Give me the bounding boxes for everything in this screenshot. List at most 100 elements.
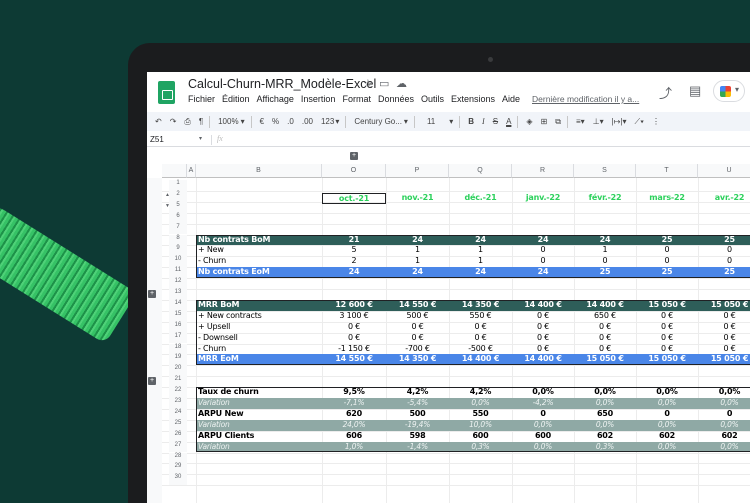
star-icon[interactable]: ☆: [363, 77, 373, 90]
activity-trend-icon[interactable]: ⤴: [659, 83, 672, 102]
meet-button[interactable]: ▾: [713, 80, 745, 102]
font-select[interactable]: Century Go...: [354, 117, 402, 126]
column-header-a[interactable]: A: [187, 164, 196, 178]
menu-item[interactable]: Outils: [421, 94, 444, 104]
row-number[interactable]: 19: [169, 354, 187, 366]
month-header-cell[interactable]: janv.-22: [512, 193, 574, 204]
sheets-logo-icon[interactable]: [158, 81, 175, 104]
row-number[interactable]: 27: [169, 441, 187, 453]
row-number[interactable]: 12: [169, 278, 187, 289]
decrease-decimal-button[interactable]: .0: [287, 117, 294, 126]
row-number[interactable]: 8: [169, 234, 187, 246]
toolbar-divider: [459, 115, 461, 128]
more-formats-button[interactable]: 123: [321, 117, 334, 126]
cloud-status-icon[interactable]: ☁: [396, 77, 407, 90]
row-number[interactable]: 14: [169, 299, 187, 311]
menu-item[interactable]: Insertion: [301, 94, 336, 104]
row-number[interactable]: 7: [169, 223, 187, 235]
row-number[interactable]: 2: [169, 190, 187, 202]
chevron-down-icon: ▾: [199, 136, 203, 142]
expand-columns-icon[interactable]: +: [350, 152, 358, 160]
row-number[interactable]: 10: [169, 256, 187, 268]
align-horizontal-icon[interactable]: ≡▾: [576, 117, 585, 126]
fill-color-icon[interactable]: ◈: [526, 117, 532, 126]
merge-cells-icon[interactable]: ⧉: [555, 117, 561, 127]
menu-item[interactable]: Édition: [222, 94, 250, 104]
row-number[interactable]: 25: [169, 419, 187, 431]
text-rotation-icon[interactable]: ⟋▾: [635, 117, 645, 127]
row-number[interactable]: 5: [169, 201, 187, 213]
column-header-q[interactable]: Q: [449, 164, 512, 178]
borders-icon[interactable]: ⊞: [541, 117, 548, 126]
print-icon[interactable]: ⎙: [184, 117, 190, 127]
expand-arrow-icon[interactable]: ▼: [165, 203, 170, 209]
row-number[interactable]: 9: [169, 245, 187, 257]
row-number[interactable]: 20: [169, 365, 187, 377]
month-header-cell[interactable]: déc.-21: [449, 193, 512, 204]
row-number[interactable]: 13: [169, 289, 187, 300]
row-number[interactable]: 21: [169, 376, 187, 388]
move-folder-icon[interactable]: ▭: [379, 77, 389, 90]
row-number[interactable]: 28: [169, 452, 187, 464]
column-header-p[interactable]: P: [386, 164, 449, 178]
last-modified-link[interactable]: Dernière modification il y a...: [532, 94, 639, 104]
column-header-s[interactable]: S: [574, 164, 636, 178]
row-number[interactable]: 29: [169, 463, 187, 475]
column-header-u[interactable]: U: [698, 164, 750, 178]
row-number[interactable]: 26: [169, 430, 187, 442]
row-number[interactable]: 1: [169, 180, 187, 191]
expand-group-icon[interactable]: +: [148, 377, 156, 386]
menu-item[interactable]: Extensions: [451, 94, 495, 104]
background-brush-stroke: [0, 195, 137, 344]
month-header-cell[interactable]: nov.-21: [386, 193, 449, 204]
italic-button[interactable]: I: [482, 117, 485, 126]
collapse-arrow-icon[interactable]: ▲: [165, 192, 170, 198]
column-header-b[interactable]: B: [196, 164, 322, 178]
percent-format-button[interactable]: %: [272, 117, 279, 126]
menu-bar: Fichier Édition Affichage Insertion Format Do…: [188, 94, 520, 104]
increase-decimal-button[interactable]: .00: [302, 117, 313, 126]
undo-icon[interactable]: ↶: [155, 117, 162, 126]
text-wrap-icon[interactable]: |↦|▾: [612, 117, 627, 126]
expand-group-icon[interactable]: +: [148, 290, 156, 298]
month-header-cell[interactable]: mars-22: [636, 193, 698, 204]
currency-format-button[interactable]: €: [260, 117, 264, 126]
toolbar-divider: [566, 115, 568, 128]
document-title[interactable]: Calcul-Churn-MRR_Modèle-Excel: [188, 77, 376, 91]
month-header-cell[interactable]: avr.-22: [698, 193, 750, 204]
month-header-cell[interactable]: févr.-22: [574, 193, 636, 204]
strikethrough-button[interactable]: S: [493, 117, 498, 126]
row-number[interactable]: 23: [169, 398, 187, 409]
column-header-r[interactable]: R: [512, 164, 574, 178]
toolbar: ↶ ↷ ⎙ ¶ 100% ▾ € % .0 .00 123 ▾ Century Go…: [147, 112, 750, 131]
menu-item[interactable]: Fichier: [188, 94, 215, 104]
column-header-t[interactable]: T: [636, 164, 698, 178]
menu-item[interactable]: Aide: [502, 94, 520, 104]
month-header-cell[interactable]: oct.-21: [322, 192, 386, 204]
name-box[interactable]: Z51: [150, 135, 164, 144]
bold-button[interactable]: B: [468, 117, 474, 126]
row-number[interactable]: 18: [169, 343, 187, 355]
row-number[interactable]: 6: [169, 212, 187, 224]
row-number[interactable]: 30: [169, 474, 187, 486]
zoom-select[interactable]: 100%: [218, 117, 238, 126]
text-color-button[interactable]: A: [506, 117, 511, 126]
row-number[interactable]: 15: [169, 310, 187, 322]
row-number[interactable]: 16: [169, 321, 187, 333]
row-number[interactable]: 11: [169, 267, 187, 279]
row-number[interactable]: 24: [169, 408, 187, 420]
paint-format-icon[interactable]: ¶: [199, 117, 203, 126]
align-vertical-icon[interactable]: ⊥▾: [593, 117, 604, 126]
font-size-select[interactable]: 11: [427, 117, 435, 126]
redo-icon[interactable]: ↷: [170, 117, 177, 126]
row-number[interactable]: 22: [169, 387, 187, 398]
more-icon[interactable]: ⋮: [652, 117, 660, 126]
menu-item[interactable]: Format: [342, 94, 371, 104]
row-number[interactable]: 17: [169, 332, 187, 344]
column-header-o[interactable]: O: [322, 164, 386, 178]
comments-icon[interactable]: ▤: [689, 83, 701, 99]
menu-item[interactable]: Affichage: [257, 94, 294, 104]
menu-item[interactable]: Données: [378, 94, 414, 104]
laptop-frame: Calcul-Churn-MRR_Modèle-Excel ☆ ▭ ☁ Fich…: [128, 43, 750, 503]
row-gridline: [162, 376, 750, 378]
